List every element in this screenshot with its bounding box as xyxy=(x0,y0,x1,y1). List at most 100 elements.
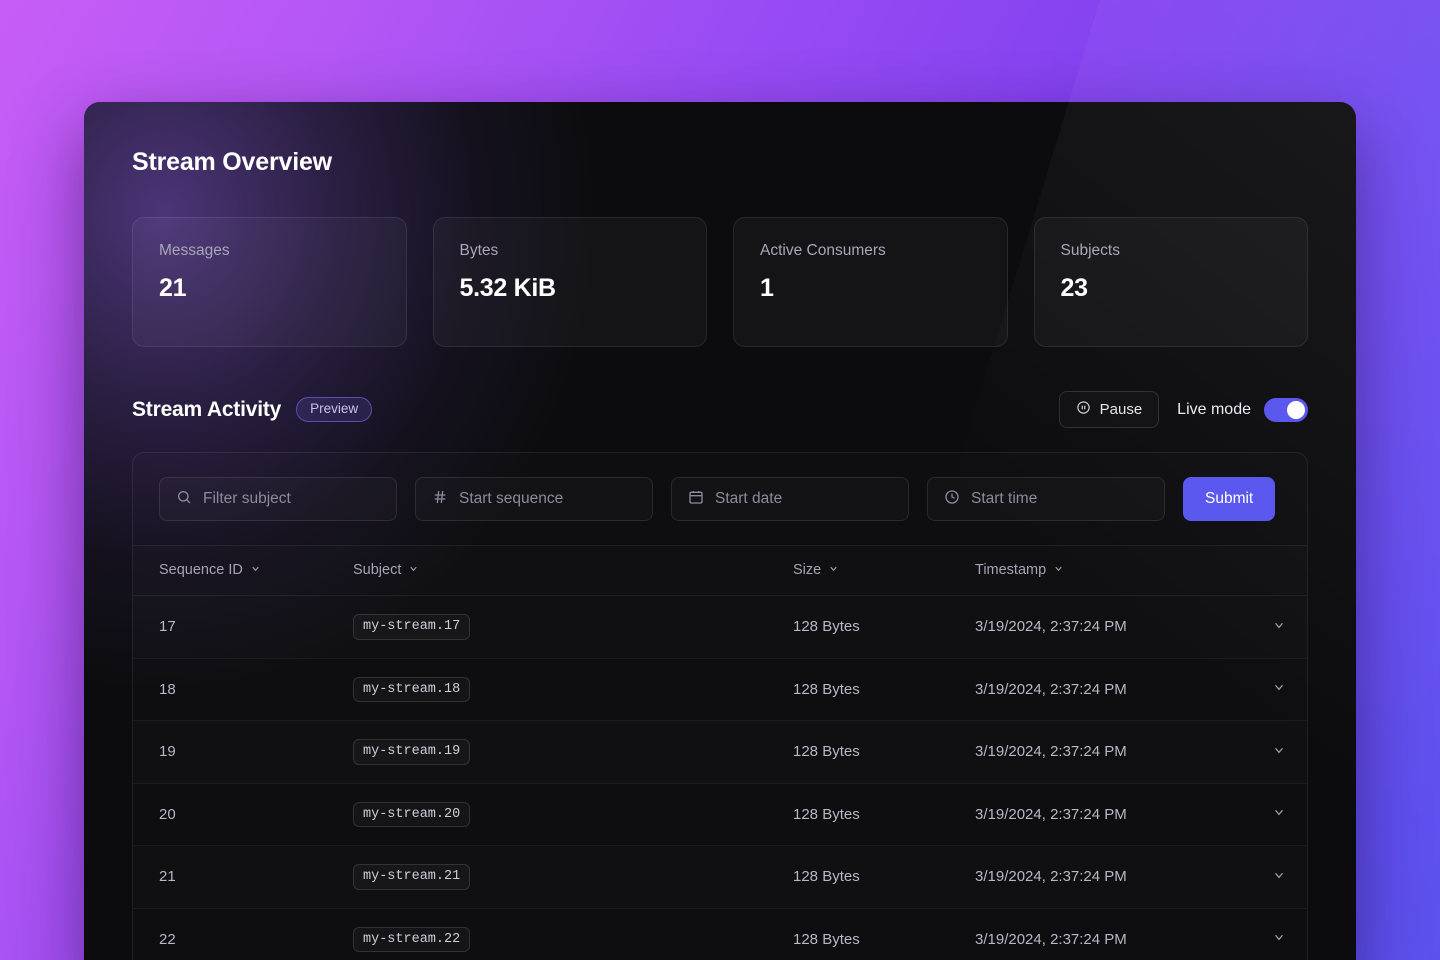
pause-button[interactable]: Pause xyxy=(1058,391,1160,428)
stream-activity-title: Stream Activity xyxy=(132,397,282,421)
cell-timestamp: 3/19/2024, 2:37:24 PM xyxy=(975,908,1251,960)
cell-subject: my-stream.18 xyxy=(353,658,793,721)
stream-activity-header: Stream Activity Preview Pause Live mode xyxy=(132,391,1308,428)
table-header-row: Sequence ID Subject Size Timestamp xyxy=(133,545,1307,596)
live-mode-toggle[interactable] xyxy=(1264,397,1308,422)
chevron-down-icon[interactable] xyxy=(1272,680,1286,698)
live-mode-control: Live mode xyxy=(1177,397,1308,422)
stream-messages-table: Sequence ID Subject Size Timestamp 17 my… xyxy=(133,545,1307,960)
search-icon xyxy=(176,489,192,510)
stat-value: 23 xyxy=(1060,274,1089,302)
filter-bar: Filter subject Start sequence Start date… xyxy=(133,453,1307,545)
column-label: Size xyxy=(793,562,822,578)
cell-expand xyxy=(1251,908,1307,960)
column-header-expand xyxy=(1251,545,1307,596)
stat-card-messages: Messages 21 xyxy=(132,217,407,347)
filter-subject-input[interactable]: Filter subject xyxy=(159,477,397,521)
start-sequence-input[interactable]: Start sequence xyxy=(415,477,653,521)
calendar-icon xyxy=(688,489,704,510)
column-header-size[interactable]: Size xyxy=(793,545,975,596)
stat-card-group: Messages 21 Bytes 5.32 KiB Active Consum… xyxy=(132,217,1308,347)
cell-expand xyxy=(1251,595,1307,659)
start-date-placeholder: Start date xyxy=(715,490,783,507)
subject-chip: my-stream.17 xyxy=(353,614,471,640)
live-mode-label: Live mode xyxy=(1177,400,1251,418)
cell-size: 128 Bytes xyxy=(793,595,975,659)
cell-size: 128 Bytes xyxy=(793,720,975,784)
cell-size: 128 Bytes xyxy=(793,658,975,721)
start-time-input[interactable]: Start time xyxy=(927,477,1165,521)
table-row[interactable]: 17 my-stream.17 128 Bytes 3/19/2024, 2:37:2… xyxy=(133,595,1307,659)
app-panel: Stream Overview Messages 21 Bytes 5.32 K… xyxy=(84,102,1356,960)
cell-subject: my-stream.17 xyxy=(353,595,793,659)
table-row[interactable]: 18 my-stream.18 128 Bytes 3/19/2024, 2:37:2… xyxy=(133,658,1307,721)
column-header-sequence-id[interactable]: Sequence ID xyxy=(133,545,353,596)
cell-timestamp: 3/19/2024, 2:37:24 PM xyxy=(975,658,1251,721)
filter-subject-placeholder: Filter subject xyxy=(203,490,291,507)
column-label: Subject xyxy=(353,562,402,578)
stat-label: Bytes xyxy=(459,242,499,259)
cell-size: 128 Bytes xyxy=(793,783,975,846)
table-row[interactable]: 21 my-stream.21 128 Bytes 3/19/2024, 2:37:2… xyxy=(133,845,1307,909)
subject-chip: my-stream.18 xyxy=(353,676,471,702)
subject-chip: my-stream.20 xyxy=(353,801,471,827)
cell-sequence-id: 21 xyxy=(133,845,353,909)
chevron-down-icon xyxy=(828,562,839,578)
submit-button[interactable]: Submit xyxy=(1183,477,1276,521)
chevron-down-icon[interactable] xyxy=(1272,618,1286,636)
cell-subject: my-stream.21 xyxy=(353,845,793,909)
stat-value: 21 xyxy=(159,274,187,302)
column-header-timestamp[interactable]: Timestamp xyxy=(975,545,1251,596)
page-title: Stream Overview xyxy=(132,148,332,176)
cell-expand xyxy=(1251,658,1307,721)
cell-subject: my-stream.20 xyxy=(353,783,793,846)
stat-value: 5.32 KiB xyxy=(459,274,557,302)
cell-timestamp: 3/19/2024, 2:37:24 PM xyxy=(975,595,1251,659)
cell-timestamp: 3/19/2024, 2:37:24 PM xyxy=(975,845,1251,909)
stat-card-bytes: Bytes 5.32 KiB xyxy=(432,217,707,347)
hash-icon xyxy=(432,489,448,510)
table-row[interactable]: 20 my-stream.20 128 Bytes 3/19/2024, 2:37:2… xyxy=(133,783,1307,846)
chevron-down-icon[interactable] xyxy=(1272,805,1286,823)
cell-sequence-id: 19 xyxy=(133,720,353,784)
stat-label: Subjects xyxy=(1060,242,1120,259)
cell-sequence-id: 18 xyxy=(133,658,353,721)
chevron-down-icon xyxy=(408,562,419,578)
toggle-knob xyxy=(1287,400,1305,419)
start-time-placeholder: Start time xyxy=(971,490,1038,507)
chevron-down-icon[interactable] xyxy=(1272,930,1286,948)
cell-sequence-id: 22 xyxy=(133,908,353,960)
cell-size: 128 Bytes xyxy=(793,908,975,960)
cell-subject: my-stream.22 xyxy=(353,908,793,960)
subject-chip: my-stream.19 xyxy=(353,739,471,765)
stat-card-active-consumers: Active Consumers 1 xyxy=(733,217,1008,347)
pause-button-label: Pause xyxy=(1099,401,1143,418)
table-row[interactable]: 22 my-stream.22 128 Bytes 3/19/2024, 2:37:2… xyxy=(133,908,1307,960)
pause-circle-icon xyxy=(1076,400,1091,419)
chevron-down-icon[interactable] xyxy=(1272,743,1286,761)
table-row[interactable]: 19 my-stream.19 128 Bytes 3/19/2024, 2:37:2… xyxy=(133,720,1307,784)
chevron-down-icon xyxy=(250,562,261,578)
subject-chip: my-stream.21 xyxy=(353,864,471,890)
cell-subject: my-stream.19 xyxy=(353,720,793,784)
column-header-subject[interactable]: Subject xyxy=(353,545,793,596)
column-label: Timestamp xyxy=(975,562,1047,578)
stat-value: 1 xyxy=(760,274,774,302)
stream-activity-table-card: Filter subject Start sequence Start date… xyxy=(132,452,1308,960)
table-body: 17 my-stream.17 128 Bytes 3/19/2024, 2:37:2… xyxy=(133,595,1307,960)
preview-badge: Preview xyxy=(296,397,373,422)
cell-expand xyxy=(1251,720,1307,784)
stat-label: Messages xyxy=(159,242,230,259)
cell-expand xyxy=(1251,845,1307,909)
chevron-down-icon[interactable] xyxy=(1272,868,1286,886)
start-date-input[interactable]: Start date xyxy=(671,477,909,521)
cell-sequence-id: 20 xyxy=(133,783,353,846)
subject-chip: my-stream.22 xyxy=(353,926,471,952)
cell-timestamp: 3/19/2024, 2:37:24 PM xyxy=(975,783,1251,846)
stat-label: Active Consumers xyxy=(760,242,886,259)
start-sequence-placeholder: Start sequence xyxy=(459,490,564,507)
stat-card-subjects: Subjects 23 xyxy=(1033,217,1308,347)
chevron-down-icon xyxy=(1053,562,1064,578)
clock-icon xyxy=(944,489,960,510)
cell-size: 128 Bytes xyxy=(793,845,975,909)
